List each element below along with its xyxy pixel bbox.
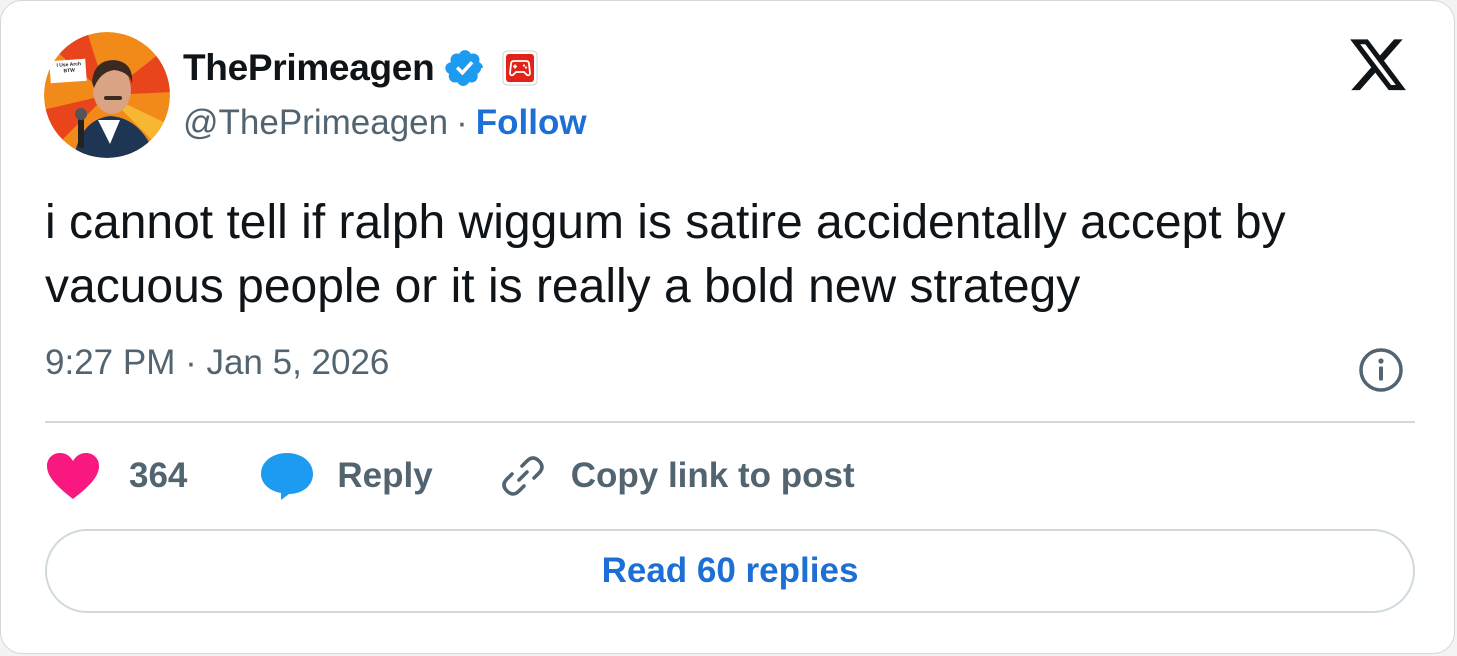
- action-bar: 364 Reply Copy link to post: [45, 451, 855, 501]
- tweet-text: i cannot tell if ralph wiggum is satire …: [45, 196, 1286, 313]
- avatar[interactable]: I Use Arch BTW: [44, 32, 170, 158]
- read-replies-button[interactable]: Read 60 replies: [45, 529, 1415, 613]
- divider: [45, 421, 1415, 423]
- copy-link-label: Copy link to post: [570, 456, 855, 495]
- x-logo-icon[interactable]: [1350, 39, 1408, 93]
- gamepad-icon[interactable]: [502, 50, 538, 86]
- author-display-name[interactable]: ThePrimeagen: [183, 47, 435, 89]
- info-icon[interactable]: [1357, 346, 1405, 394]
- link-icon: [501, 456, 544, 496]
- author-handle[interactable]: @ThePrimeagen: [183, 103, 448, 143]
- follow-button[interactable]: Follow: [476, 103, 587, 143]
- author-handle-row: @ThePrimeagen · Follow: [183, 103, 587, 143]
- tweet-card: I Use Arch BTW ThePrimeagen @ThePrimeage…: [0, 0, 1455, 654]
- verified-badge-icon: [445, 50, 484, 86]
- copy-link-button[interactable]: Copy link to post: [497, 450, 855, 502]
- reply-label: Reply: [337, 456, 433, 495]
- read-replies-label: Read 60 replies: [601, 551, 859, 590]
- separator-dot: ·: [456, 103, 468, 142]
- author-name-row: ThePrimeagen: [183, 43, 538, 93]
- avatar-sign-text: I Use Arch BTW: [56, 61, 82, 75]
- like-button[interactable]: 364: [45, 451, 259, 501]
- speech-bubble-icon: [261, 453, 314, 500]
- like-count: 364: [129, 456, 188, 495]
- reply-button[interactable]: Reply: [259, 450, 496, 502]
- heart-icon: [47, 453, 99, 499]
- tweet-timestamp[interactable]: 9:27 PM · Jan 5, 2026: [45, 343, 389, 383]
